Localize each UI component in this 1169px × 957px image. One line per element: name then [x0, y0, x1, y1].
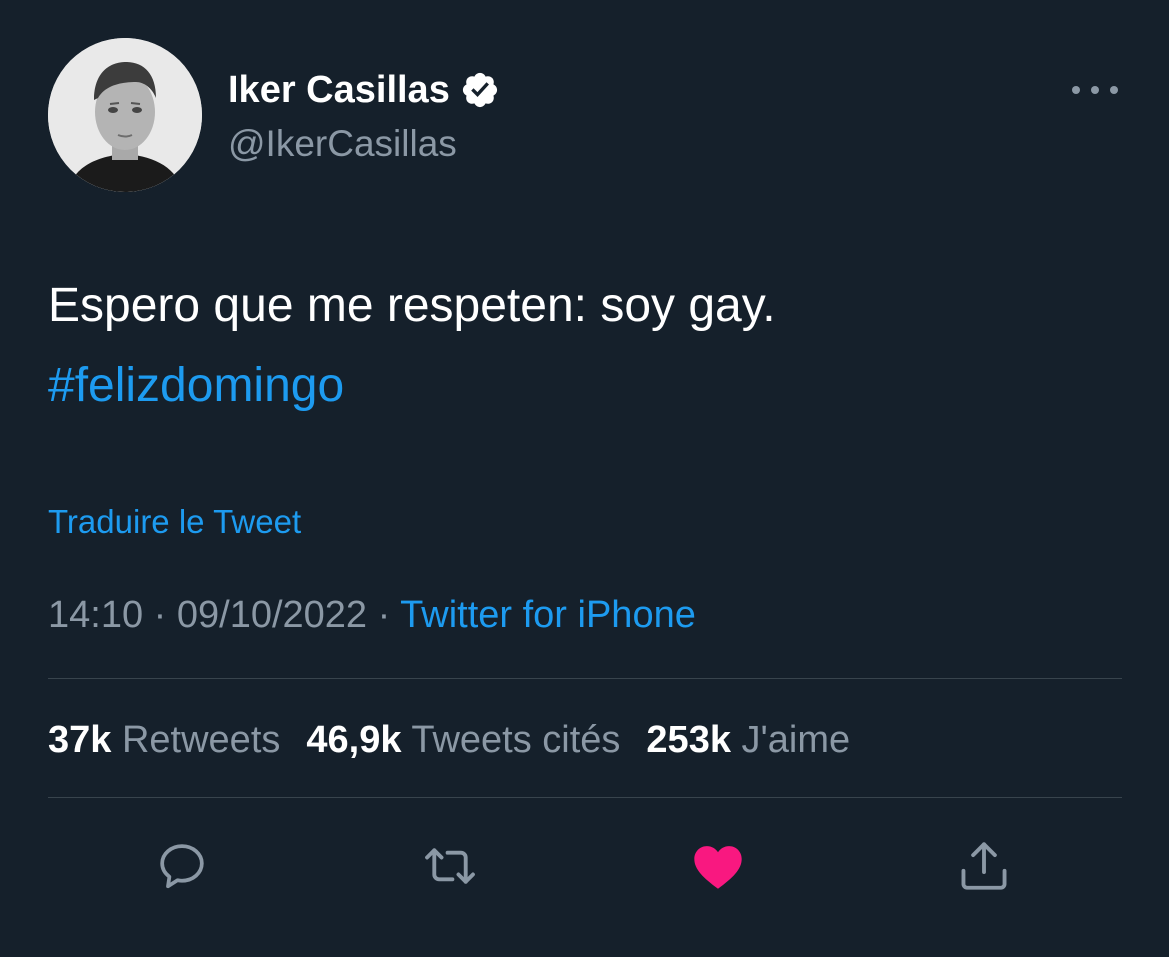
quotes-count: 46,9k [306, 719, 402, 761]
tweet-source-link[interactable]: Twitter for iPhone [400, 594, 696, 636]
retweets-count: 37k [48, 719, 112, 761]
likes-stat[interactable]: 253k J'aime [646, 719, 850, 761]
separator: · [143, 594, 177, 636]
dot [1091, 86, 1099, 94]
tweet-stats: 37k Retweets 46,9k Tweets cités 253k J'aim… [48, 714, 850, 766]
tweet-metadata: 14:10 · 09/10/2022 · Twitter for iPhone [48, 590, 696, 640]
likes-count: 253k [646, 719, 731, 761]
dot [1072, 86, 1080, 94]
retweets-label: Retweets [121, 719, 281, 761]
avatar[interactable] [48, 38, 202, 192]
quotes-stat[interactable]: 46,9k Tweets cités [306, 719, 620, 761]
divider [48, 797, 1122, 798]
reply-button[interactable] [152, 836, 212, 896]
reply-icon [160, 844, 204, 889]
tweet-text: Espero que me respeten: soy gay. #felizd… [48, 266, 776, 426]
more-options-icon[interactable] [1072, 80, 1118, 100]
share-button[interactable] [954, 836, 1014, 896]
quotes-label: Tweets cités [411, 719, 621, 761]
likes-label: J'aime [741, 719, 851, 761]
hashtag-link[interactable]: #felizdomingo [48, 346, 776, 426]
retweets-stat[interactable]: 37k Retweets [48, 719, 280, 761]
divider [48, 678, 1122, 679]
heart-icon [694, 846, 742, 889]
display-name-text: Iker Casillas [228, 69, 450, 111]
translate-tweet-link[interactable]: Traduire le Tweet [48, 500, 301, 544]
retweet-icon [425, 848, 475, 884]
display-name[interactable]: Iker Casillas [228, 64, 500, 116]
profile-photo [48, 38, 202, 192]
user-handle[interactable]: @IkerCasillas [228, 119, 457, 169]
like-button[interactable] [688, 836, 748, 896]
retweet-button[interactable] [420, 836, 480, 896]
tweet-time[interactable]: 14:10 [48, 594, 143, 636]
verified-badge-icon [462, 72, 497, 108]
separator: · [367, 594, 401, 636]
tweet-body: Espero que me respeten: soy gay. [48, 279, 776, 332]
tweet-date[interactable]: 09/10/2022 [177, 594, 367, 636]
share-icon [961, 842, 1007, 890]
dot [1110, 86, 1118, 94]
